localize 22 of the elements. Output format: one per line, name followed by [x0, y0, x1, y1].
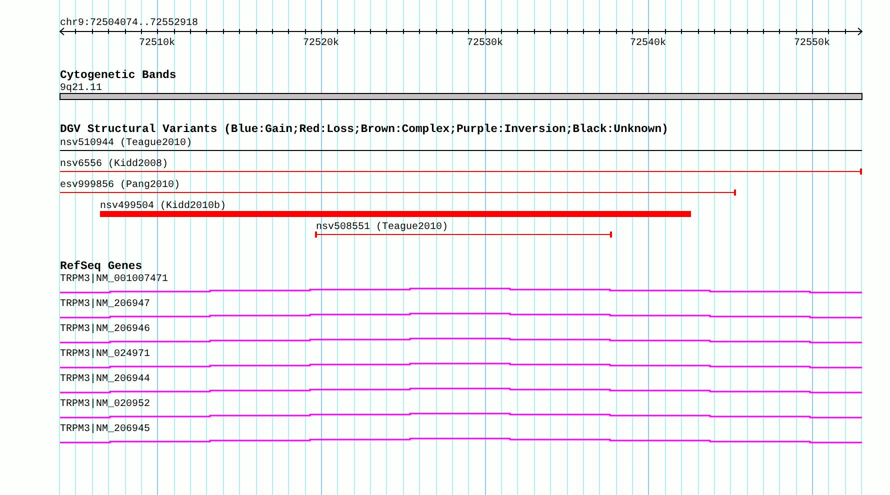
track-title: Cytogenetic Bands [60, 70, 176, 82]
variant-label: nsv499504 (Kidd2010b) [100, 201, 226, 212]
gene-label: TRPM3|NM_024971 [60, 349, 150, 360]
gene-label: TRPM3|NM_206945 [60, 424, 150, 435]
variant-label: esv999856 (Pang2010) [60, 180, 180, 191]
tick-label: 72540k [630, 38, 666, 49]
tick-label: 72550k [794, 38, 830, 49]
gene-label: TRPM3|NM_206947 [60, 299, 150, 310]
gene-label: TRPM3|NM_206944 [60, 374, 150, 385]
gene-label: TRPM3|NM_020952 [60, 399, 150, 410]
track-title: DGV Structural Variants (Blue:Gain;Red:Loss;Brown:Complex;Purple:Inversion;Black:Unknown) [60, 124, 668, 136]
variant-label: nsv6556 (Kidd2008) [60, 159, 168, 170]
gene-label: TRPM3|NM_206946 [60, 324, 150, 335]
tick-label: 72530k [467, 38, 503, 49]
tick-label: 72520k [303, 38, 339, 49]
track-title: RefSeq Genes [60, 261, 142, 273]
gene-label: TRPM3|NM_001007471 [60, 274, 168, 285]
position-label: chr9:72504074..72552918 [60, 18, 198, 29]
band-label: 9q21.11 [60, 83, 102, 94]
tick-label: 72510k [139, 38, 175, 49]
variant-label: nsv508551 (Teague2010) [316, 222, 448, 233]
variant-label: nsv510944 (Teague2010) [60, 138, 192, 149]
